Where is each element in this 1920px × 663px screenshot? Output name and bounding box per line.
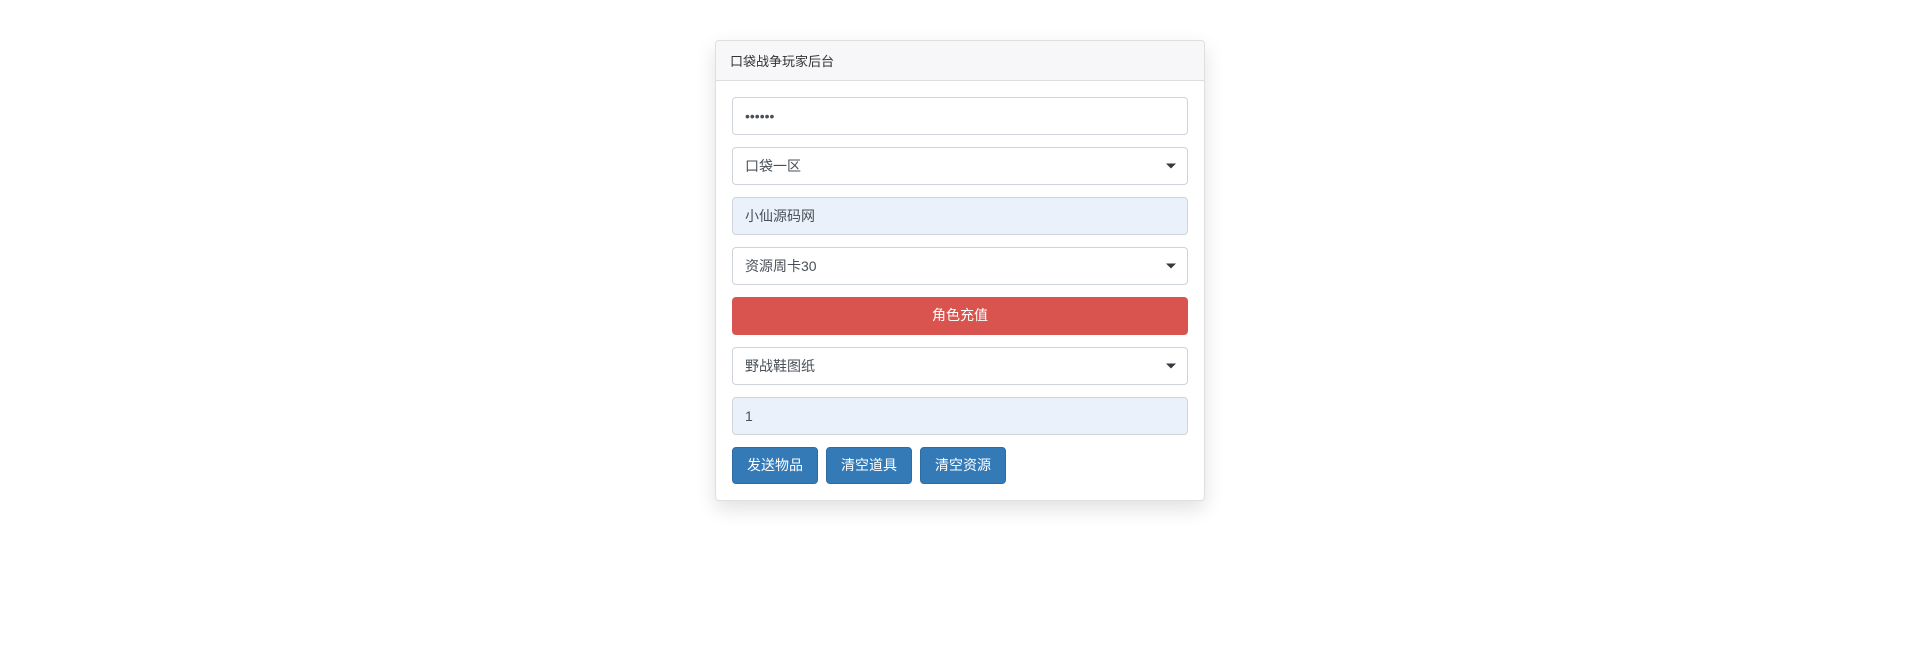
role-name-input[interactable] [732,197,1188,235]
quantity-row [732,397,1188,435]
recharge-select[interactable]: 资源周卡30 [732,247,1188,285]
admin-card: 口袋战争玩家后台 口袋一区 资源周卡30 [715,40,1205,501]
item-select-row: 野战鞋图纸 [732,347,1188,385]
role-name-row [732,197,1188,235]
zone-select[interactable]: 口袋一区 [732,147,1188,185]
item-select-wrapper: 野战鞋图纸 [732,347,1188,385]
page-wrapper: 口袋战争玩家后台 口袋一区 资源周卡30 [0,0,1920,501]
recharge-select-row: 资源周卡30 [732,247,1188,285]
clear-items-button[interactable]: 清空道具 [826,447,912,485]
card-body: 口袋一区 资源周卡30 角色充值 野战 [716,81,1204,500]
recharge-button-row: 角色充值 [732,297,1188,335]
quantity-input[interactable] [732,397,1188,435]
zone-select-wrapper: 口袋一区 [732,147,1188,185]
password-row [732,97,1188,135]
recharge-select-wrapper: 资源周卡30 [732,247,1188,285]
password-input[interactable] [732,97,1188,135]
clear-resources-button[interactable]: 清空资源 [920,447,1006,485]
item-select[interactable]: 野战鞋图纸 [732,347,1188,385]
card-header: 口袋战争玩家后台 [716,41,1204,81]
zone-row: 口袋一区 [732,147,1188,185]
send-item-button[interactable]: 发送物品 [732,447,818,485]
recharge-button[interactable]: 角色充值 [732,297,1188,335]
action-button-row: 发送物品 清空道具 清空资源 [732,447,1188,485]
card-title: 口袋战争玩家后台 [730,55,834,70]
